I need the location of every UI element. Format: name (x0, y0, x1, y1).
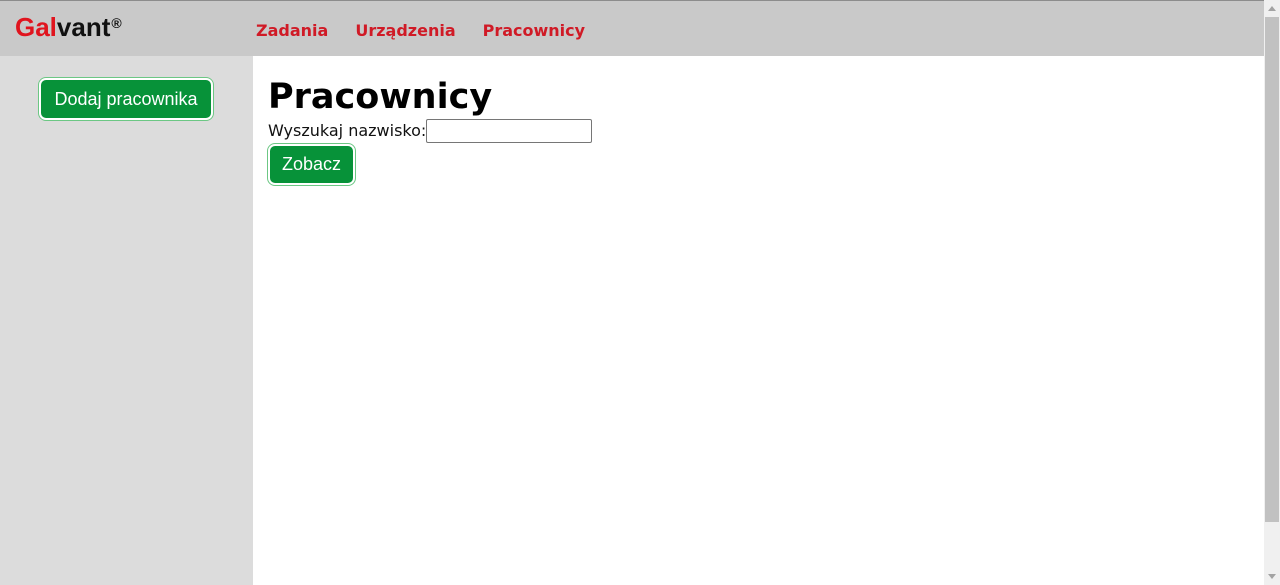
search-label: Wyszukaj nazwisko: (268, 121, 427, 140)
scroll-down-arrow-icon[interactable] (1268, 574, 1276, 579)
page-title: Pracownicy (268, 77, 493, 117)
vertical-scrollbar[interactable] (1264, 0, 1280, 585)
scroll-up-arrow-icon[interactable] (1268, 6, 1276, 11)
nav-link-pracownicy[interactable]: Pracownicy (483, 20, 585, 42)
nav-link-zadania[interactable]: Zadania (256, 20, 328, 42)
sidebar: Dodaj pracownika (0, 56, 253, 585)
registered-mark: ® (111, 15, 122, 31)
add-employee-button[interactable]: Dodaj pracownika (39, 78, 213, 120)
logo-red-part: Gal (15, 12, 57, 42)
main-content: Pracownicy Wyszukaj nazwisko: Zobacz (253, 56, 1264, 585)
scrollbar-thumb[interactable] (1265, 17, 1279, 522)
main-nav: Zadania Urządzenia Pracownicy (256, 20, 585, 42)
nav-link-urzadzenia[interactable]: Urządzenia (355, 20, 455, 42)
surname-search-input[interactable] (426, 119, 593, 143)
top-bar: Galvant® Zadania Urządzenia Pracownicy (0, 0, 1264, 56)
page: Galvant® Zadania Urządzenia Pracownicy D… (0, 0, 1280, 585)
search-row: Wyszukaj nazwisko: (268, 119, 593, 143)
logo-dark-part: vant (56, 12, 111, 42)
search-submit-button[interactable]: Zobacz (268, 144, 355, 185)
logo[interactable]: Galvant® (15, 12, 122, 42)
